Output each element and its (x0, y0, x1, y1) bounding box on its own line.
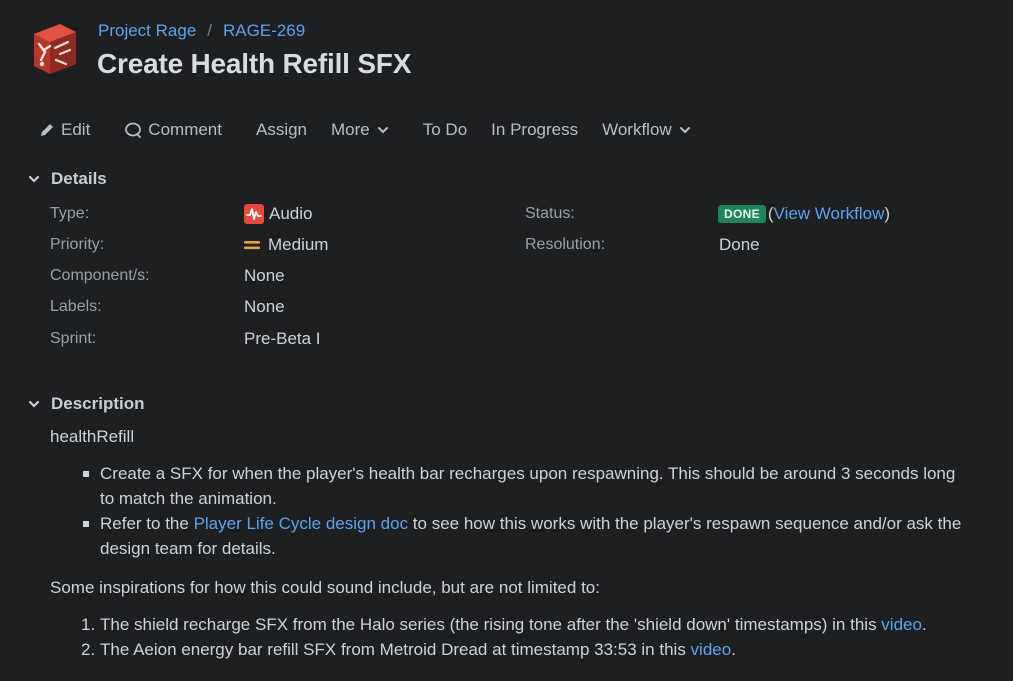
issue-page: Project Rage / RAGE-269 Create Health Re… (0, 0, 1013, 681)
metroid-video-link[interactable]: video (691, 640, 732, 659)
inspirations-text: Some inspirations for how this could sou… (50, 578, 600, 597)
description-intro: healthRefill (50, 427, 135, 446)
more-dropdown-label: More (331, 120, 370, 139)
priority-value-text: Medium (268, 235, 329, 254)
workflow-dropdown-label: Workflow (602, 120, 672, 139)
list-number: 1. (81, 615, 96, 634)
halo-video-link[interactable]: video (881, 615, 922, 634)
labels-value: None (244, 297, 285, 316)
breadcrumb-issue-link[interactable]: RAGE-269 (223, 21, 305, 41)
comment-button[interactable]: Comment (112, 113, 234, 147)
component-label: Component/s: (50, 267, 150, 284)
status-label: Status: (525, 205, 575, 222)
priority-value: Medium (244, 235, 328, 255)
list-item: Create a SFX for when the player's healt… (50, 461, 970, 511)
labels-label: Labels: (50, 298, 102, 315)
project-logo-icon[interactable] (30, 20, 78, 76)
type-label: Type: (50, 205, 90, 222)
sprint-label: Sprint: (50, 330, 97, 347)
list-item: 1. The shield recharge SFX from the Halo … (50, 612, 970, 637)
inspirations-list: 1. The shield recharge SFX from the Halo … (50, 612, 970, 662)
description-section-toggle[interactable]: Description (28, 394, 145, 414)
in-progress-transition-button[interactable]: In Progress (479, 113, 590, 147)
edit-button[interactable]: Edit (27, 113, 102, 147)
assign-button[interactable]: Assign (244, 113, 319, 147)
resolution-label: Resolution: (525, 236, 606, 253)
page-title: Create Health Refill SFX (97, 48, 412, 79)
status-value: DONE ( View Workflow ) (718, 204, 890, 224)
bullet-text: Refer to the (100, 514, 194, 533)
chevron-down-icon (28, 175, 42, 183)
chevron-down-icon (679, 126, 691, 134)
design-doc-link[interactable]: Player Life Cycle design doc (194, 514, 409, 533)
type-value-text: Audio (269, 204, 313, 223)
priority-label: Priority: (50, 236, 105, 253)
more-dropdown[interactable]: More (319, 113, 401, 147)
status-badge: DONE (718, 205, 766, 223)
pencil-icon (39, 122, 55, 138)
assign-button-label: Assign (255, 120, 308, 139)
description-body: healthRefill Create a SFX for when the p… (50, 424, 970, 662)
description-bullet-list: Create a SFX for when the player's healt… (50, 461, 970, 561)
todo-transition-button[interactable]: To Do (411, 113, 479, 147)
issue-toolbar: Edit Comment Assign More To Do In Progre… (27, 112, 703, 148)
priority-medium-icon (244, 238, 260, 252)
bullet-text: Create a SFX for when the player's healt… (100, 464, 956, 508)
status-paren-close: ) (884, 204, 891, 223)
in-progress-button-label: In Progress (491, 120, 579, 139)
component-value: None (244, 266, 285, 285)
details-section-toggle[interactable]: Details (28, 169, 107, 189)
chevron-down-icon (377, 126, 389, 134)
breadcrumb-separator: / (207, 21, 213, 40)
type-value: Audio (244, 204, 312, 224)
list-text: . (921, 615, 927, 634)
edit-button-label: Edit (61, 120, 91, 139)
list-number: 2. (81, 640, 96, 659)
todo-button-label: To Do (422, 120, 468, 139)
audio-type-icon (244, 204, 264, 224)
list-text: The Aeion energy bar refill SFX from Met… (100, 640, 691, 659)
description-heading: Description (51, 394, 145, 413)
list-text: The shield recharge SFX from the Halo se… (100, 615, 882, 634)
comment-button-label: Comment (148, 120, 222, 139)
list-item: Refer to the Player Life Cycle design do… (50, 511, 970, 561)
sprint-value[interactable]: Pre-Beta I (244, 329, 321, 349)
list-item: 2. The Aeion energy bar refill SFX from M… (50, 637, 970, 662)
view-workflow-link[interactable]: View Workflow (774, 204, 885, 224)
speech-bubble-icon (124, 122, 142, 138)
details-heading: Details (51, 169, 107, 188)
breadcrumb: Project Rage / RAGE-269 (98, 21, 305, 41)
list-text: . (731, 640, 736, 659)
resolution-value: Done (719, 235, 760, 254)
breadcrumb-project-link[interactable]: Project Rage (98, 21, 196, 41)
chevron-down-icon (28, 400, 42, 408)
workflow-dropdown[interactable]: Workflow (590, 113, 703, 147)
